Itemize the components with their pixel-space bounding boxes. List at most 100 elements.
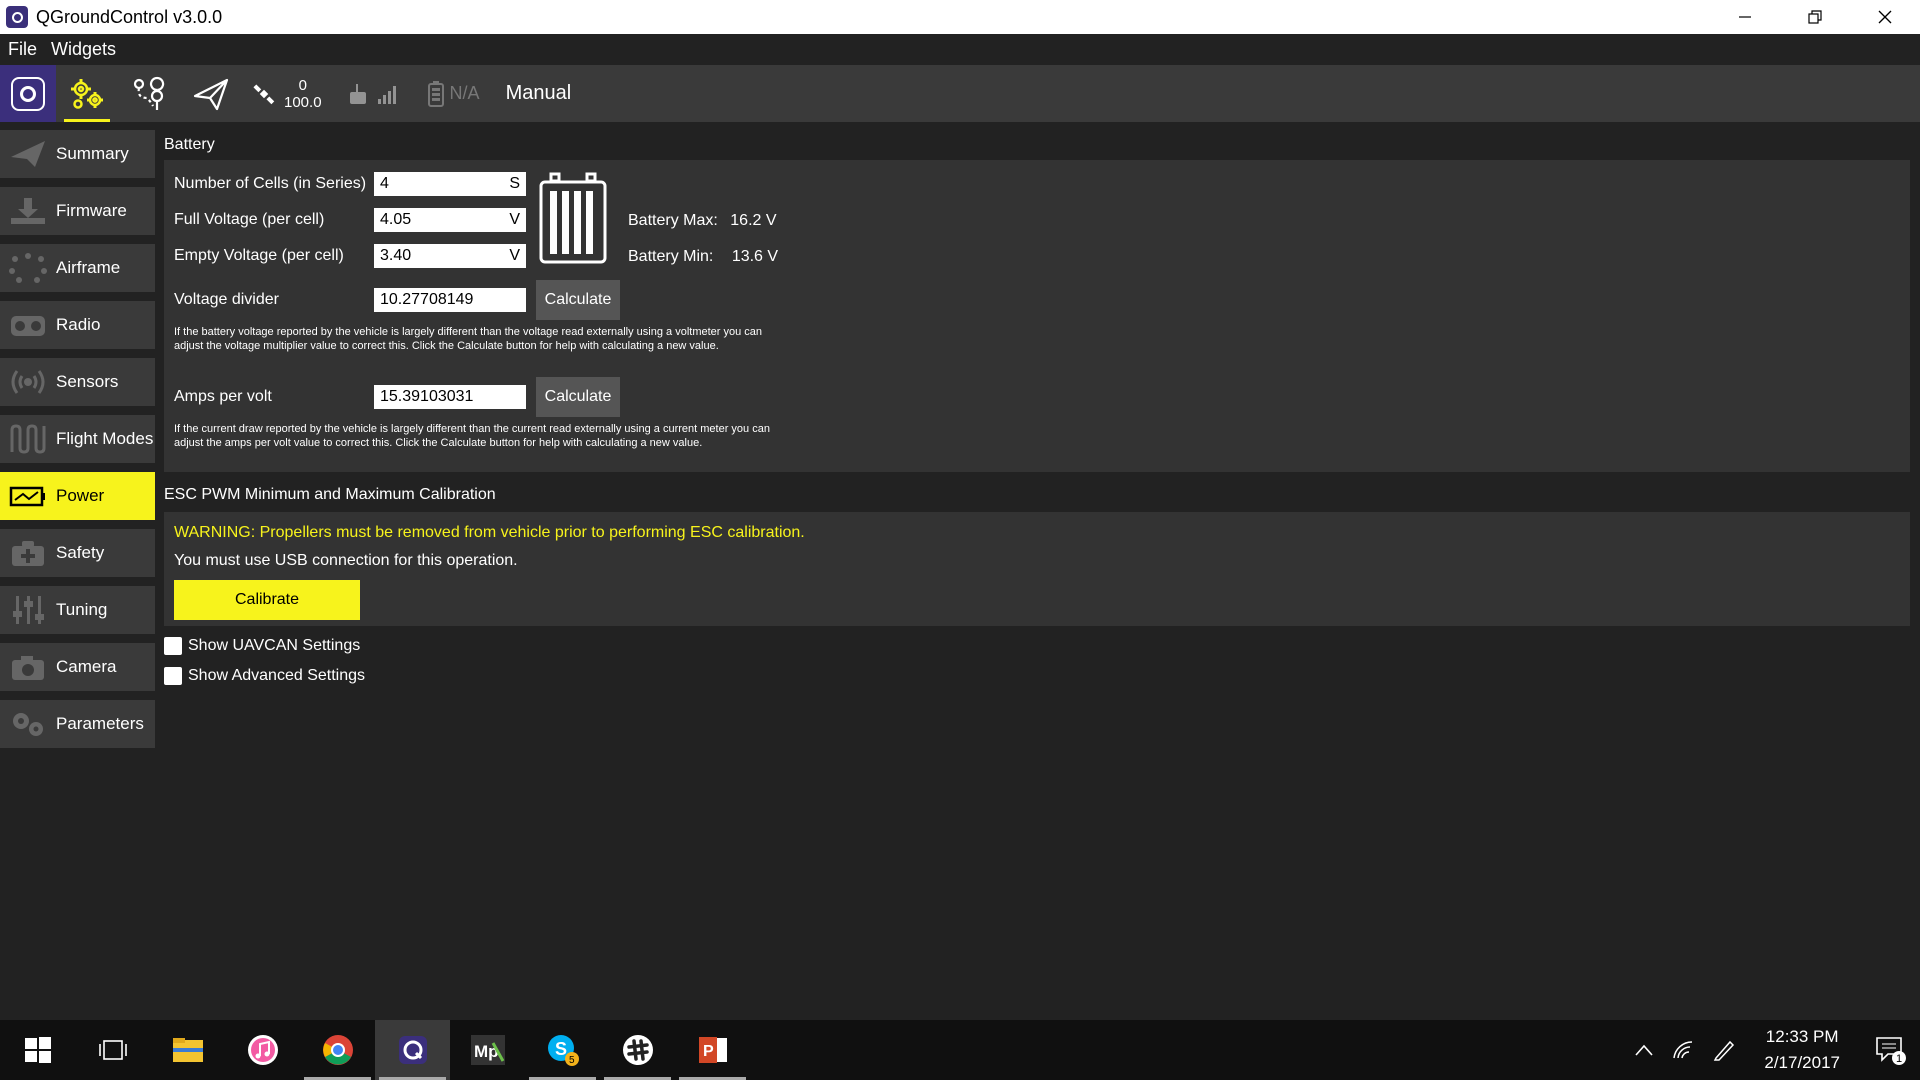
airframe-icon [0,253,56,283]
paper-plane-icon [0,139,56,169]
amps-per-volt-row: Amps per volt 15.39103031 Calculate [174,377,620,417]
cells-row: Number of Cells (in Series) 4 S [174,172,526,196]
flight-mode-selector[interactable]: Manual [506,82,572,105]
show-advanced-checkbox[interactable] [164,667,182,685]
sidebar-item-radio[interactable]: Radio [0,301,155,349]
amps-per-volt-field[interactable]: 15.39103031 [374,385,526,409]
minimize-button[interactable] [1710,0,1780,34]
file-explorer-icon [172,1038,203,1062]
fly-view-button[interactable] [180,65,242,122]
esc-panel: WARNING: Propellers must be removed from… [164,512,1910,626]
plan-view-button[interactable] [118,65,180,122]
gps-hdop: 100.0 [284,93,322,111]
gps-values: 0 100.0 [284,77,322,111]
mission-planner-button[interactable]: Mp [450,1020,525,1080]
show-uavcan-checkbox[interactable] [164,637,182,655]
full-voltage-field[interactable]: 4.05 V [374,208,526,232]
power-icon [0,481,56,511]
full-voltage-label: Full Voltage (per cell) [174,211,325,228]
itunes-icon [247,1035,278,1065]
battery-icon [427,80,444,107]
battery-indicator[interactable]: N/A [427,80,480,107]
cells-label: Number of Cells (in Series) [174,175,367,192]
restore-icon [1808,10,1822,24]
clock[interactable]: 12:33 PM 2/17/2017 [1764,1024,1840,1076]
notification-count: 1 [1896,1053,1902,1065]
sidebar-item-label: Airframe [56,258,121,277]
voltage-divider-value: 10.27708149 [380,291,474,308]
pen-workspace-button[interactable] [1704,1020,1744,1080]
amps-per-volt-value: 15.39103031 [380,388,474,405]
skype-badge-count: 5 [569,1055,575,1066]
battery-max-value: 16.2 V [730,212,777,229]
amps-calculate-button[interactable]: Calculate [536,377,620,417]
close-button[interactable] [1850,0,1920,34]
slack-icon [622,1035,653,1065]
menu-widgets[interactable]: Widgets [51,39,116,60]
window-controls [1710,0,1920,34]
sidebar-item-summary[interactable]: Summary [0,130,155,178]
sidebar-item-flight-modes[interactable]: Flight Modes [0,415,155,463]
sensors-icon [0,367,56,397]
sidebar-item-parameters[interactable]: Parameters [0,700,155,748]
itunes-button[interactable] [225,1020,300,1080]
main-toolbar: 0 100.0 N/A Manual [0,65,1920,122]
sidebar-item-label: Power [56,486,105,505]
clock-time: 12:33 PM [1765,1027,1839,1046]
camera-icon [0,652,56,682]
windows-taskbar: Mp S5 P 12:33 PM 2/17/2017 1 [0,1020,1920,1080]
start-button[interactable] [0,1020,75,1080]
powerpoint-button[interactable]: P [675,1020,750,1080]
qgroundcontrol-taskbar-button[interactable] [375,1020,450,1080]
sidebar-item-power[interactable]: Power [0,472,155,520]
cells-unit: S [509,175,520,192]
battery-text: N/A [449,83,480,103]
sidebar-item-airframe[interactable]: Airframe [0,244,155,292]
sidebar-item-firmware[interactable]: Firmware [0,187,155,235]
sidebar-item-sensors[interactable]: Sensors [0,358,155,406]
rc-rssi-indicator[interactable] [348,82,400,106]
file-explorer-button[interactable] [150,1020,225,1080]
sidebar-item-safety[interactable]: Safety [0,529,155,577]
esc-warning: WARNING: Propellers must be removed from… [174,524,805,541]
chrome-button[interactable] [300,1020,375,1080]
rc-signal-icon [349,83,396,104]
sidebar-item-label: Summary [56,144,129,163]
qgc-logo-button[interactable] [0,65,56,122]
radio-icon [0,310,56,340]
sidebar-item-label: Radio [56,315,101,334]
action-center-button[interactable]: 1 [1860,1020,1920,1080]
empty-voltage-field[interactable]: 3.40 V [374,244,526,268]
cells-value: 4 [380,175,389,192]
sidebar-item-label: Parameters [56,714,144,733]
close-icon [1878,10,1892,24]
menu-bar: File Widgets [0,34,1920,65]
skype-button[interactable]: S5 [525,1020,600,1080]
cells-field[interactable]: 4 S [374,172,526,196]
battery-min-value: 13.6 V [731,248,779,265]
amps-per-volt-help: If the current draw reported by the vehi… [174,423,770,449]
sidebar-item-camera[interactable]: Camera [0,643,155,691]
svg-text:S: S [555,1039,567,1059]
calibrate-button[interactable]: Calibrate [174,580,360,620]
empty-voltage-label: Empty Voltage (per cell) [174,247,344,264]
show-advanced-label: Show Advanced Settings [188,667,366,684]
flight-modes-icon [0,424,56,454]
show-uavcan-label: Show UAVCAN Settings [188,637,361,654]
setup-view-button[interactable] [56,65,118,122]
tuning-icon [0,595,56,625]
battery-panel: Number of Cells (in Series) 4 S Full Vol… [164,160,1910,472]
slack-button[interactable] [600,1020,675,1080]
wifi-button[interactable] [1664,1020,1704,1080]
voltage-calculate-button[interactable]: Calculate [536,280,620,320]
gps-indicator[interactable]: 0 100.0 [252,65,322,122]
voltage-divider-field[interactable]: 10.27708149 [374,288,526,312]
show-uavcan-row[interactable]: Show UAVCAN Settings [164,632,1910,660]
amps-per-volt-label: Amps per volt [174,388,272,405]
show-hidden-icons-button[interactable] [1624,1020,1664,1080]
restore-button[interactable] [1780,0,1850,34]
show-advanced-row[interactable]: Show Advanced Settings [164,662,1910,690]
sidebar-item-tuning[interactable]: Tuning [0,586,155,634]
task-view-button[interactable] [75,1020,150,1080]
menu-file[interactable]: File [8,39,37,60]
